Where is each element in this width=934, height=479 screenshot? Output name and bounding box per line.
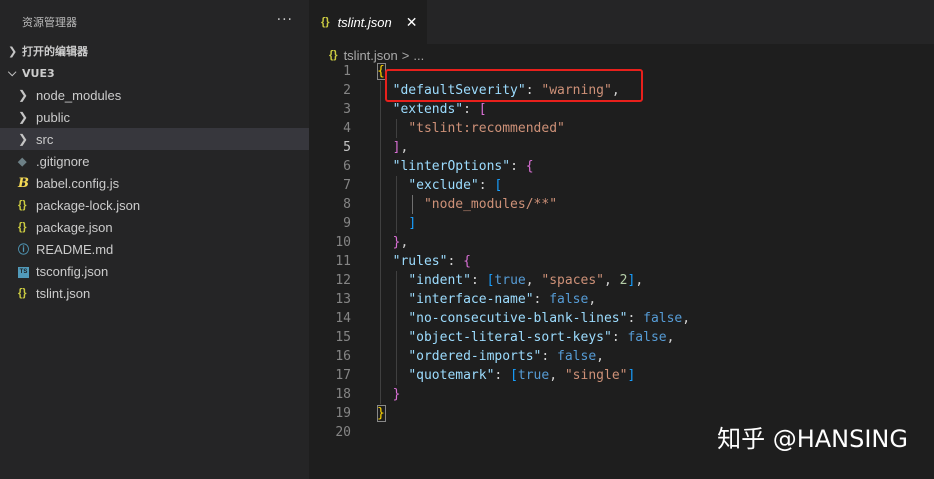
line-number: 13 xyxy=(335,292,351,307)
project-section[interactable]: ⌵ VUE3 xyxy=(0,62,309,84)
editor-area: {} tslint.json ✕ {} tslint.json > ... 1{… xyxy=(309,0,934,479)
tree-file[interactable]: ◆ .gitignore xyxy=(0,150,309,172)
tree-item-label: README.md xyxy=(36,241,114,257)
code-line: 6 "linterOptions": { xyxy=(309,157,934,176)
close-icon[interactable]: ✕ xyxy=(406,14,418,31)
tab-label: tslint.json xyxy=(337,14,392,30)
code-line: 5 ], xyxy=(309,138,934,157)
chevron-right-icon: ❯ xyxy=(8,44,18,58)
tree-file[interactable]: Bbabel.config.js xyxy=(0,172,309,194)
code-line: 15 "object-literal-sort-keys": false, xyxy=(309,328,934,347)
line-number: 8 xyxy=(343,197,351,212)
line-number: 10 xyxy=(335,235,351,250)
line-number: 15 xyxy=(335,330,351,345)
open-editors-label: 打开的编辑器 xyxy=(22,45,88,58)
git-icon: ◆ xyxy=(18,155,27,168)
code-line: 13 "interface-name": false, xyxy=(309,290,934,309)
chevron-down-icon: ⌵ xyxy=(8,66,17,79)
babel-icon: B xyxy=(18,175,29,191)
tab-tslint-json[interactable]: {} tslint.json ✕ xyxy=(309,0,427,44)
json-icon: {} xyxy=(18,221,27,233)
line-number: 2 xyxy=(343,83,351,98)
tree-item-label: package-lock.json xyxy=(36,197,141,213)
json-icon: {} xyxy=(18,199,27,211)
explorer-sidebar: 资源管理器 ··· ❯ 打开的编辑器 ⌵ VUE3 ❯ node_modules ❯… xyxy=(0,0,309,479)
code-line: 14 "no-consecutive-blank-lines": false, xyxy=(309,309,934,328)
code-line: 3 "extends": [ xyxy=(309,100,934,119)
tree-file[interactable]: {} package-lock.json xyxy=(0,194,309,216)
line-number: 19 xyxy=(335,406,351,421)
breadcrumb-separator: > xyxy=(401,47,410,63)
code-line: 7 "exclude": [ xyxy=(309,176,934,195)
tree-item-label: node_modules xyxy=(36,87,122,103)
code-line: 18 } xyxy=(309,385,934,404)
explorer-title: 资源管理器 xyxy=(22,16,77,29)
tree-file[interactable]: {} package.json xyxy=(0,216,309,238)
chevron-right-icon: ❯ xyxy=(18,132,29,146)
line-number: 1 xyxy=(343,64,351,79)
tree-item-label: src xyxy=(36,131,54,147)
line-number: 5 xyxy=(343,140,351,155)
json-icon: {} xyxy=(329,49,338,61)
line-number: 12 xyxy=(335,273,351,288)
more-actions-icon[interactable]: ··· xyxy=(277,12,293,28)
tree-item-label: tslint.json xyxy=(36,285,91,301)
code-line: 10 }, xyxy=(309,233,934,252)
line-number: 9 xyxy=(343,216,351,231)
code-editor[interactable]: 1{ 2 "defaultSeverity": "warning", 3 "ex… xyxy=(309,62,934,442)
code-line: 17 "quotemark": [true, "single"] xyxy=(309,366,934,385)
tree-item-label: babel.config.js xyxy=(36,175,120,191)
info-icon: ⓘ xyxy=(18,244,29,256)
code-line: 11 "rules": { xyxy=(309,252,934,271)
json-icon: {} xyxy=(18,287,27,299)
watermark: 知乎 @HANSING xyxy=(717,425,908,453)
tree-item-label: .gitignore xyxy=(36,153,90,169)
code-line: 12 "indent": [true, "spaces", 2], xyxy=(309,271,934,290)
tree-item-label: package.json xyxy=(36,219,113,235)
line-number: 3 xyxy=(343,102,351,117)
tree-file[interactable]: ⓘ README.md xyxy=(0,238,309,260)
chevron-right-icon: ❯ xyxy=(18,110,29,124)
code-line: 9 ] xyxy=(309,214,934,233)
code-line: 16 "ordered-imports": false, xyxy=(309,347,934,366)
tree-folder[interactable]: ❯ node_modules xyxy=(0,84,309,106)
json-icon: {} xyxy=(321,16,330,28)
tree-file[interactable]: TS tsconfig.json xyxy=(0,260,309,282)
code-line: 4 "tslint:recommended" xyxy=(309,119,934,138)
line-number: 4 xyxy=(343,121,351,136)
tree-folder[interactable]: ❯ src xyxy=(0,128,309,150)
line-number: 17 xyxy=(335,368,351,383)
chevron-right-icon: ❯ xyxy=(18,88,29,102)
tree-file[interactable]: {} tslint.json xyxy=(0,282,309,304)
ts-icon: TS xyxy=(18,264,36,278)
line-number: 20 xyxy=(335,425,351,440)
breadcrumb-file[interactable]: tslint.json xyxy=(344,48,398,63)
tree-item-label: public xyxy=(36,109,70,125)
line-number: 16 xyxy=(335,349,351,364)
breadcrumb-more[interactable]: ... xyxy=(413,48,424,63)
line-number: 11 xyxy=(335,254,351,269)
tree-folder[interactable]: ❯ public xyxy=(0,106,309,128)
project-label: VUE3 xyxy=(22,66,55,80)
tab-bar: {} tslint.json ✕ xyxy=(309,0,934,44)
line-number: 18 xyxy=(335,387,351,402)
line-number: 7 xyxy=(343,178,351,193)
file-tree: ❯ node_modules ❯ public ❯ src ◆ .gitignore Bbabe… xyxy=(0,84,309,304)
line-number: 6 xyxy=(343,159,351,174)
line-number: 14 xyxy=(335,311,351,326)
tree-item-label: tsconfig.json xyxy=(36,263,109,279)
explorer-header: 资源管理器 ··· xyxy=(0,0,309,44)
code-line: 8 "node_modules/**" xyxy=(309,195,934,214)
annotation-highlight-box xyxy=(385,69,643,102)
